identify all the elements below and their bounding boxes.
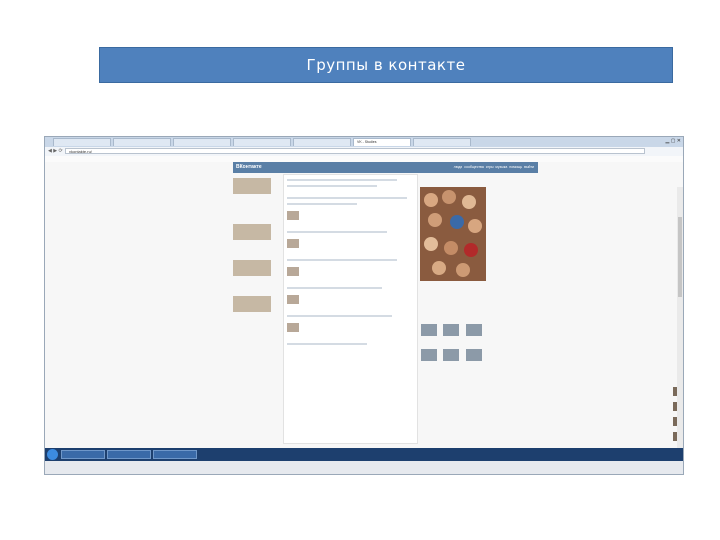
taskbar-item[interactable] [61, 450, 105, 459]
window-controls[interactable]: ▁ ▢ ✕ [665, 138, 681, 144]
site-menu[interactable]: люди сообщества игры музыка помощь выйти [454, 165, 534, 169]
site-header: ВКонтакте люди сообщества игры музыка по… [233, 162, 538, 173]
group-wall [283, 174, 418, 444]
menu-item[interactable]: сообщества [464, 165, 484, 169]
browser-tab[interactable] [113, 138, 171, 146]
menu-item[interactable]: игры [486, 165, 494, 169]
post-avatar[interactable] [287, 267, 299, 276]
browser-tab-active[interactable]: VK - Studies [353, 138, 411, 146]
post-text-line [287, 259, 397, 261]
slide-title: Группы в контакте [306, 56, 466, 74]
browser-tab[interactable] [233, 138, 291, 146]
taskbar-item[interactable] [107, 450, 151, 459]
scrollbar-thumb[interactable] [678, 217, 682, 297]
post-text-line [287, 343, 367, 345]
members-block [420, 282, 490, 444]
windows-taskbar [45, 448, 683, 461]
group-photo-collage[interactable] [420, 187, 486, 281]
post-text-line [287, 287, 382, 289]
post-avatar[interactable] [287, 323, 299, 332]
nav-arrows-icon[interactable]: ◀ ▶ ⟳ [48, 148, 63, 154]
member-avatar[interactable] [421, 324, 437, 336]
post-text-line [287, 179, 397, 181]
browser-tab[interactable] [173, 138, 231, 146]
screenshot-bottom-margin [45, 461, 683, 474]
address-field[interactable]: vkontakte.ru/ [65, 148, 645, 154]
member-avatar[interactable] [465, 324, 482, 336]
post-text-line [287, 203, 357, 205]
browser-tab[interactable] [413, 138, 471, 146]
menu-item[interactable]: помощь [509, 165, 522, 169]
sidebar-ad-image [233, 224, 271, 240]
post-avatar[interactable] [287, 239, 299, 248]
post-text-line [287, 231, 387, 233]
post-text-line [287, 315, 392, 317]
site-logo[interactable]: ВКонтакте [236, 164, 262, 170]
member-avatar[interactable] [443, 324, 460, 336]
member-avatar[interactable] [443, 349, 460, 361]
taskbar-item[interactable] [153, 450, 197, 459]
post-text-line [287, 185, 377, 187]
menu-item[interactable]: музыка [495, 165, 507, 169]
menu-item[interactable]: выйти [524, 165, 534, 169]
post-avatar[interactable] [287, 295, 299, 304]
post-avatar[interactable] [287, 211, 299, 220]
browser-tab-bar: VK - Studies ▁ ▢ ✕ [45, 137, 683, 147]
browser-screenshot: VK - Studies ▁ ▢ ✕ ◀ ▶ ⟳ vkontakte.ru/ В… [44, 136, 684, 475]
page-scrollbar[interactable] [677, 187, 683, 473]
member-avatar[interactable] [465, 349, 482, 361]
member-avatar[interactable] [421, 349, 437, 361]
left-sidebar [233, 174, 281, 444]
browser-tab[interactable] [293, 138, 351, 146]
web-page: ВКонтакте люди сообщества игры музыка по… [45, 162, 683, 473]
sidebar-ad-image [233, 260, 271, 276]
browser-tab[interactable] [53, 138, 111, 146]
sidebar-ad-image [233, 296, 271, 312]
post-text-line [287, 197, 407, 199]
start-button[interactable] [47, 449, 58, 460]
slide-title-box: Группы в контакте [99, 47, 673, 83]
menu-item[interactable]: люди [454, 165, 463, 169]
sidebar-ad-image [233, 178, 271, 194]
